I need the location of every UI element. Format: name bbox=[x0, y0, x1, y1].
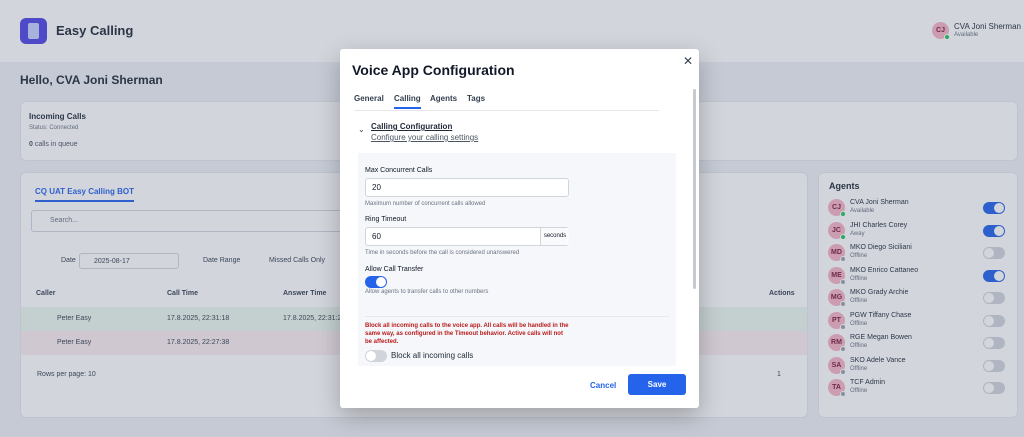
transfer-toggle[interactable] bbox=[365, 276, 387, 288]
voice-app-config-dialog: Voice App Configuration ✕ General Callin… bbox=[340, 49, 699, 408]
block-calls-toggle[interactable] bbox=[365, 350, 387, 362]
scrollbar[interactable] bbox=[693, 89, 696, 289]
divider bbox=[365, 316, 669, 317]
section-title[interactable]: Calling Configuration bbox=[371, 122, 452, 131]
save-button[interactable]: Save bbox=[628, 374, 686, 395]
transfer-label: Allow Call Transfer bbox=[365, 266, 424, 273]
tab-tags[interactable]: Tags bbox=[467, 94, 485, 103]
calling-settings-panel: Max Concurrent Calls 20 Maximum number o… bbox=[358, 153, 676, 366]
close-icon[interactable]: ✕ bbox=[683, 54, 693, 68]
block-warning: Block all incoming calls to the voice ap… bbox=[365, 323, 569, 345]
cancel-button[interactable]: Cancel bbox=[590, 381, 616, 390]
block-calls-label: Block all incoming calls bbox=[391, 351, 474, 360]
transfer-help: Allow agents to transfer calls to other … bbox=[365, 289, 489, 295]
section-subtitle[interactable]: Configure your calling settings bbox=[371, 133, 478, 142]
max-calls-help: Maximum number of concurrent calls allow… bbox=[365, 201, 486, 207]
max-calls-input[interactable]: 20 bbox=[365, 178, 569, 197]
max-calls-label: Max Concurrent Calls bbox=[365, 167, 433, 174]
tab-calling[interactable]: Calling bbox=[394, 94, 421, 109]
dialog-title: Voice App Configuration bbox=[352, 62, 515, 78]
ring-timeout-unit: seconds bbox=[540, 228, 569, 245]
tab-general[interactable]: General bbox=[354, 94, 384, 103]
chevron-down-icon[interactable]: ⌄ bbox=[358, 125, 365, 134]
ring-timeout-input[interactable]: 60 seconds bbox=[365, 227, 569, 246]
ring-timeout-label: Ring Timeout bbox=[365, 216, 407, 223]
ring-timeout-help: Time in seconds before the call is consi… bbox=[365, 250, 520, 256]
tab-agents[interactable]: Agents bbox=[430, 94, 457, 103]
dialog-tabs: General Calling Agents Tags bbox=[354, 94, 659, 111]
